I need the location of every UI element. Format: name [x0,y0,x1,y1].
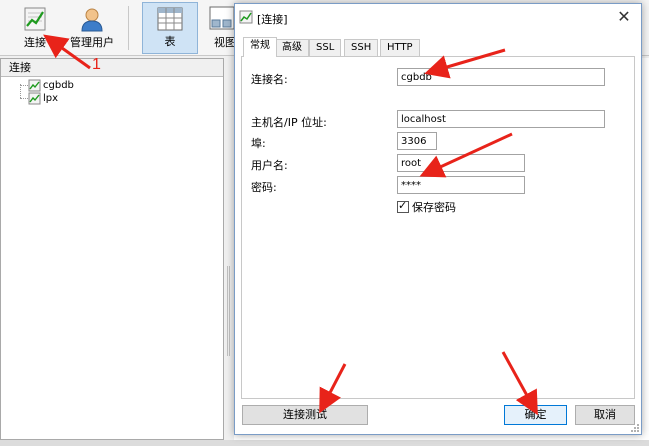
tree-item-lpx[interactable]: lpx [1,92,223,105]
cancel-button[interactable]: 取消 [575,405,635,425]
dialog-tabs: 常规 高级 SSL SSH HTTP [241,37,635,57]
toolbar-separator [128,6,129,50]
close-icon[interactable]: ✕ [615,8,633,26]
connection-name-label: 连接名: [251,73,288,86]
manage-users-button[interactable]: 管理用户 [64,2,120,54]
connection-tree: cgbdb lpx [1,77,223,105]
check-icon: ✓ [398,199,408,212]
connection-tree-header: 连接 [1,59,223,77]
dialog-titlebar[interactable]: [连接] ✕ [235,4,641,30]
tab-advanced[interactable]: 高级 [275,39,309,56]
horizontal-scrollbar[interactable] [0,440,649,446]
panel-splitter[interactable] [224,58,234,440]
ok-button[interactable]: 确定 [504,405,567,425]
host-input[interactable] [397,110,605,128]
tab-general[interactable]: 常规 [243,37,277,57]
password-input[interactable] [397,176,525,194]
dialog-body: 常规 高级 SSL SSH HTTP 连接名: 主机名/IP 位址: 埠: 用户… [241,37,635,399]
view-label: 视图 [214,36,236,49]
tab-ssh[interactable]: SSH [344,39,379,56]
connection-name-input[interactable] [397,68,605,86]
test-connection-button[interactable]: 连接测试 [242,405,368,425]
tab-ssl[interactable]: SSL [309,39,342,56]
resize-grip-icon[interactable] [630,423,640,433]
tree-item-cgbdb[interactable]: cgbdb [1,79,223,92]
password-label: 密码: [251,181,277,194]
manage-users-label: 管理用户 [70,36,114,49]
connection-icon [239,10,253,27]
connection-tree-panel: 连接 cgbdb lpx [0,58,224,440]
table-icon [157,7,183,34]
connection-icon [23,6,47,35]
username-input[interactable] [397,154,525,172]
connection-icon [28,92,41,109]
tab-panel-general: 连接名: 主机名/IP 位址: 埠: 用户名: 密码: ✓ 保存密码 [241,56,635,399]
username-label: 用户名: [251,159,288,172]
user-icon [79,6,105,35]
view-button[interactable]: 视图 [206,2,236,54]
tree-item-label: cgbdb [43,80,74,91]
connect-label: 连接 [24,36,46,49]
port-label: 埠: [251,137,266,150]
annotation-number: 1 [92,56,101,73]
save-password-checkbox[interactable]: ✓ 保存密码 [397,199,456,215]
dialog-title: [连接] [257,13,288,26]
connection-dialog: [连接] ✕ 常规 高级 SSL SSH HTTP 连接名: 主机名/IP 位址… [234,3,642,435]
tab-http[interactable]: HTTP [380,39,420,56]
tree-item-label: lpx [43,93,59,104]
view-icon [209,6,235,33]
splitter-grip[interactable] [227,266,230,356]
checkbox-box[interactable]: ✓ [397,199,409,213]
table-label: 表 [164,35,176,48]
host-label: 主机名/IP 位址: [251,116,327,129]
save-password-label: 保存密码 [412,201,456,214]
port-input[interactable] [397,132,437,150]
connect-button[interactable]: 连接 [6,2,64,54]
table-button[interactable]: 表 [142,2,198,54]
